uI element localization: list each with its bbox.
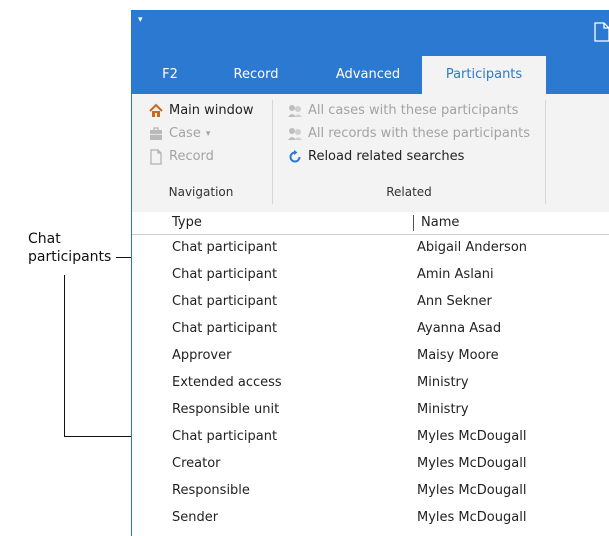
cell-name: Myles McDougall — [417, 483, 527, 498]
cell-type: Chat participant — [172, 267, 278, 282]
column-header-name[interactable]: Name — [421, 214, 459, 232]
cell-type: Extended access — [172, 375, 282, 390]
column-header-type[interactable]: Type — [172, 214, 202, 232]
cell-name: Abigail Anderson — [417, 240, 528, 255]
annotation-label-line1: Chat — [28, 231, 61, 247]
document-icon[interactable] — [594, 22, 609, 42]
reload-label: Reload related searches — [308, 149, 465, 164]
cell-name: Ministry — [417, 375, 469, 390]
table-row[interactable]: Chat participant Amin Aslani — [132, 261, 609, 288]
cell-type: Responsible — [172, 483, 250, 498]
cell-type: Chat participant — [172, 429, 278, 444]
reload-icon — [289, 150, 301, 163]
table-row[interactable]: Chat participant Abigail Anderson — [132, 234, 609, 261]
ribbon-group-separator — [545, 100, 546, 204]
tab-record[interactable]: Record — [220, 56, 292, 94]
table-row[interactable]: Responsible Myles McDougall — [132, 477, 609, 504]
all-records-button[interactable]: All records with these participants — [287, 124, 530, 144]
table-row[interactable]: Chat participant Ann Sekner — [132, 288, 609, 315]
title-bar: ▾ F2 Record Advanced Participants — [132, 10, 609, 94]
annotation-label: Chat participants — [28, 230, 111, 266]
table-row[interactable]: Extended access Ministry — [132, 369, 609, 396]
app-window: ▾ F2 Record Advanced Participants Main w… — [131, 10, 609, 536]
cell-type: Responsible unit — [172, 402, 280, 417]
participants-icon — [288, 105, 302, 117]
cell-type: Chat participant — [172, 321, 278, 336]
record-label: Record — [169, 149, 214, 164]
cell-type: Sender — [172, 510, 219, 525]
case-icon — [150, 127, 162, 140]
column-resize-handle[interactable] — [413, 215, 414, 231]
table-row[interactable]: Creator Myles McDougall — [132, 450, 609, 477]
table-row[interactable]: Chat participant Myles McDougall — [132, 423, 609, 450]
record-button[interactable]: Record — [148, 147, 214, 167]
cell-name: Myles McDougall — [417, 510, 527, 525]
participants-icon — [288, 128, 302, 140]
case-label: Case — [169, 126, 201, 141]
reload-button[interactable]: Reload related searches — [287, 147, 464, 167]
cell-name: Ann Sekner — [417, 294, 492, 309]
annotation-label-line2: participants — [28, 249, 112, 265]
table-row[interactable]: Approver Maisy Moore — [132, 342, 609, 369]
case-dropdown-arrow: ▾ — [205, 129, 211, 139]
table-row[interactable]: Chat participant Ayanna Asad — [132, 315, 609, 342]
tab-advanced[interactable]: Advanced — [324, 56, 412, 94]
cell-name: Myles McDougall — [417, 456, 527, 471]
ribbon-tabs: F2 Record Advanced Participants — [132, 56, 609, 94]
tab-f2[interactable]: F2 — [148, 56, 192, 94]
record-icon — [150, 149, 162, 165]
cell-type: Chat participant — [172, 240, 278, 255]
cell-name: Maisy Moore — [417, 348, 499, 363]
all-records-label: All records with these participants — [308, 126, 530, 141]
table-row[interactable]: Responsible unit Ministry — [132, 396, 609, 423]
table-header: Type Name — [132, 212, 609, 235]
home-icon — [149, 103, 163, 117]
main-window-label: Main window — [169, 103, 254, 118]
quick-access-arrow-icon[interactable]: ▾ — [138, 16, 143, 25]
case-button[interactable]: Case ▾ — [148, 124, 210, 144]
cell-name: Ministry — [417, 402, 469, 417]
navigation-group-label: Navigation — [168, 185, 234, 199]
related-group-label: Related — [386, 185, 432, 199]
all-cases-label: All cases with these participants — [308, 103, 519, 118]
cell-type: Chat participant — [172, 294, 278, 309]
cell-type: Approver — [172, 348, 232, 363]
cell-name: Amin Aslani — [417, 267, 494, 282]
all-cases-button[interactable]: All cases with these participants — [287, 101, 518, 121]
cell-name: Ayanna Asad — [417, 321, 502, 336]
cell-name: Myles McDougall — [417, 429, 527, 444]
cell-type: Creator — [172, 456, 221, 471]
annotation-line-down — [64, 275, 65, 437]
tab-participants[interactable]: Participants — [422, 56, 546, 94]
table-row[interactable]: Sender Myles McDougall — [132, 504, 609, 531]
ribbon-panel: Main window Case ▾ Record Navigation All… — [132, 94, 609, 213]
main-window-button[interactable]: Main window — [148, 101, 254, 121]
